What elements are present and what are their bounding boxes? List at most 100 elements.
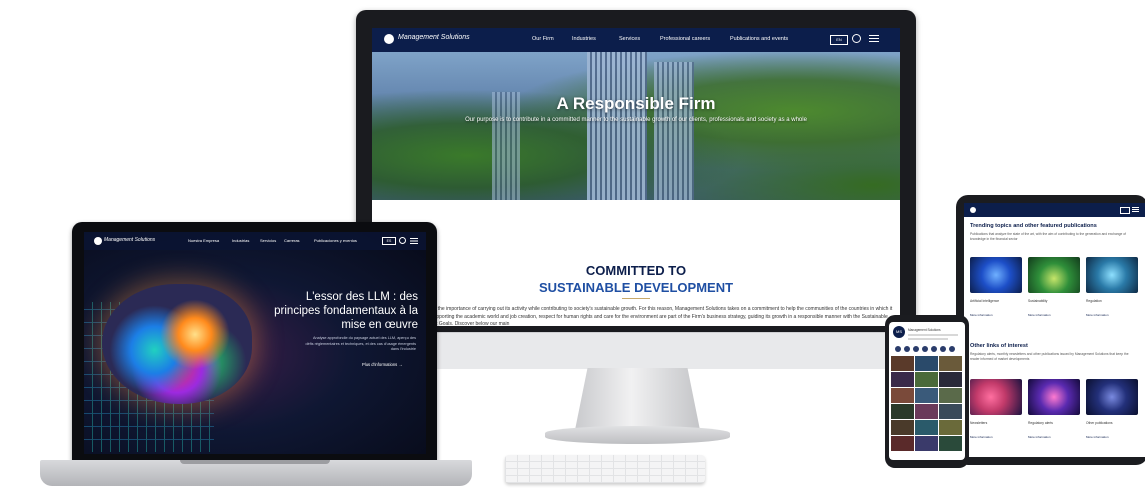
nav-item-industrias[interactable]: Industrias xyxy=(232,238,249,243)
section-heading-line2: SUSTAINABLE DEVELOPMENT xyxy=(538,280,734,295)
hero-title: A Responsible Firm xyxy=(556,94,716,113)
monitor-base xyxy=(545,426,730,444)
more-info-label: Plus d'informations xyxy=(362,362,398,367)
desktop-logo-text[interactable]: Management Solutions xyxy=(398,34,470,41)
card-caption: Artificial Intelligence xyxy=(970,299,1000,303)
building-image xyxy=(587,52,647,200)
social-icon[interactable] xyxy=(913,346,919,352)
language-selector[interactable] xyxy=(1120,207,1130,214)
card-image-sustainability[interactable] xyxy=(1028,257,1080,293)
laptop-logo-text[interactable]: Management Solutions xyxy=(104,237,155,243)
card-caption: Regulatory alerts xyxy=(1028,421,1053,425)
card-more-link[interactable]: More information xyxy=(1028,435,1051,439)
card-more-link[interactable]: More information xyxy=(1028,313,1051,317)
ms-logo-icon[interactable] xyxy=(384,34,394,44)
photo-thumbnail[interactable] xyxy=(939,388,962,403)
arrow-right-icon: → xyxy=(398,362,403,367)
search-icon[interactable] xyxy=(852,34,861,43)
laptop-hinge xyxy=(180,460,330,464)
menu-icon[interactable] xyxy=(1132,207,1139,212)
language-selector[interactable]: EN xyxy=(830,35,848,45)
card-caption: Newsletters xyxy=(970,421,988,425)
photo-thumbnail[interactable] xyxy=(891,356,914,371)
section-heading-line1: COMMITTED TO xyxy=(585,263,687,278)
monitor-stand xyxy=(575,368,700,430)
photo-thumbnail[interactable] xyxy=(915,420,938,435)
nav-item-careers[interactable]: Professional careers xyxy=(660,36,710,42)
photo-thumbnail[interactable] xyxy=(891,436,914,451)
social-icon[interactable] xyxy=(940,346,946,352)
card-caption: Sustainability xyxy=(1028,299,1048,303)
ms-logo-icon[interactable] xyxy=(970,207,976,213)
photo-thumbnail[interactable] xyxy=(939,372,962,387)
social-icon[interactable] xyxy=(931,346,937,352)
photo-thumbnail[interactable] xyxy=(891,388,914,403)
divider xyxy=(622,298,650,299)
desktop-website-screen: Management Solutions Our Firm Industries… xyxy=(372,28,900,326)
ms-logo-icon[interactable] xyxy=(94,237,102,245)
nav-item-servicios[interactable]: Servicios xyxy=(260,238,276,243)
desktop-nav-bar: Management Solutions Our Firm Industries… xyxy=(372,28,900,52)
social-icon[interactable] xyxy=(895,346,901,352)
nav-item-publicaciones[interactable]: Publicaciones y eventos xyxy=(314,238,357,243)
nav-item-our-firm[interactable]: Our Firm xyxy=(532,36,554,42)
keyboard xyxy=(505,455,705,483)
card-image-alerts[interactable] xyxy=(1028,379,1080,415)
nav-item-publications[interactable]: Publications and events xyxy=(730,36,788,42)
card-image-regulation[interactable] xyxy=(1086,257,1138,293)
phone-header-text: Management Solutions xyxy=(908,328,941,332)
photo-thumbnail[interactable] xyxy=(915,372,938,387)
nav-item-industries[interactable]: Industries xyxy=(572,36,596,42)
search-icon[interactable] xyxy=(399,237,406,244)
other-links-title: Other links of interest xyxy=(970,343,1028,349)
more-info-link[interactable]: Plus d'informations → xyxy=(362,362,403,367)
menu-icon[interactable] xyxy=(869,35,879,43)
photo-thumbnail[interactable] xyxy=(891,404,914,419)
language-selector[interactable]: ES xyxy=(382,237,396,245)
photo-thumbnail[interactable] xyxy=(939,436,962,451)
trending-title: Trending topics and other featured publi… xyxy=(970,223,1097,229)
trending-text: Publications that analyze the state of t… xyxy=(970,232,1126,241)
hero-subtitle: Our purpose is to contribute in a commit… xyxy=(465,117,807,123)
article-subtitle: Analyse approfondie du paysage actuel de… xyxy=(305,336,416,351)
social-icon[interactable] xyxy=(922,346,928,352)
section-heading: COMMITTED TO SUSTAINABLE DEVELOPMENT xyxy=(372,262,900,296)
photo-thumbnail[interactable] xyxy=(915,356,938,371)
card-more-link[interactable]: More information xyxy=(970,313,993,317)
photo-thumbnail[interactable] xyxy=(915,436,938,451)
photo-thumbnail[interactable] xyxy=(915,388,938,403)
monitor-chin xyxy=(356,332,916,369)
menu-icon[interactable] xyxy=(410,238,418,244)
card-more-link[interactable]: More information xyxy=(1086,313,1109,317)
tablet-website-screen: Trending topics and other featured publi… xyxy=(964,203,1145,457)
brain-illustration xyxy=(102,284,252,404)
nav-item-carreras[interactable]: Carreras xyxy=(284,238,300,243)
building-image xyxy=(654,62,694,200)
article-title: L'essor des LLM : des principes fondamen… xyxy=(274,291,418,331)
photo-thumbnail[interactable] xyxy=(939,404,962,419)
card-image-publications[interactable] xyxy=(1086,379,1138,415)
hero-banner xyxy=(372,52,900,200)
other-links-text: Regulatory alerts, monthly newsletters a… xyxy=(970,352,1129,361)
phone-logo[interactable]: MS xyxy=(893,326,905,338)
social-icon[interactable] xyxy=(904,346,910,352)
nav-item-empresa[interactable]: Nuestra Empresa xyxy=(188,238,219,243)
card-caption: Regulation xyxy=(1086,299,1102,303)
card-caption: Other publications xyxy=(1086,421,1113,425)
photo-thumbnail[interactable] xyxy=(939,356,962,371)
tablet-nav-bar xyxy=(964,203,1145,217)
card-more-link[interactable]: More information xyxy=(1086,435,1109,439)
card-image-newsletters[interactable] xyxy=(970,379,1022,415)
laptop-website-screen: Management Solutions Nuestra Empresa Ind… xyxy=(84,232,426,454)
photo-thumbnail[interactable] xyxy=(891,372,914,387)
phone-website-screen: MS Management Solutions xyxy=(889,322,965,460)
laptop-nav-bar: Management Solutions Nuestra Empresa Ind… xyxy=(84,232,426,250)
social-icon[interactable] xyxy=(949,346,955,352)
phone-text-line xyxy=(908,334,958,336)
card-more-link[interactable]: More information xyxy=(970,435,993,439)
photo-thumbnail[interactable] xyxy=(939,420,962,435)
card-image-ai[interactable] xyxy=(970,257,1022,293)
photo-thumbnail[interactable] xyxy=(891,420,914,435)
nav-item-services[interactable]: Services xyxy=(619,36,640,42)
photo-thumbnail[interactable] xyxy=(915,404,938,419)
